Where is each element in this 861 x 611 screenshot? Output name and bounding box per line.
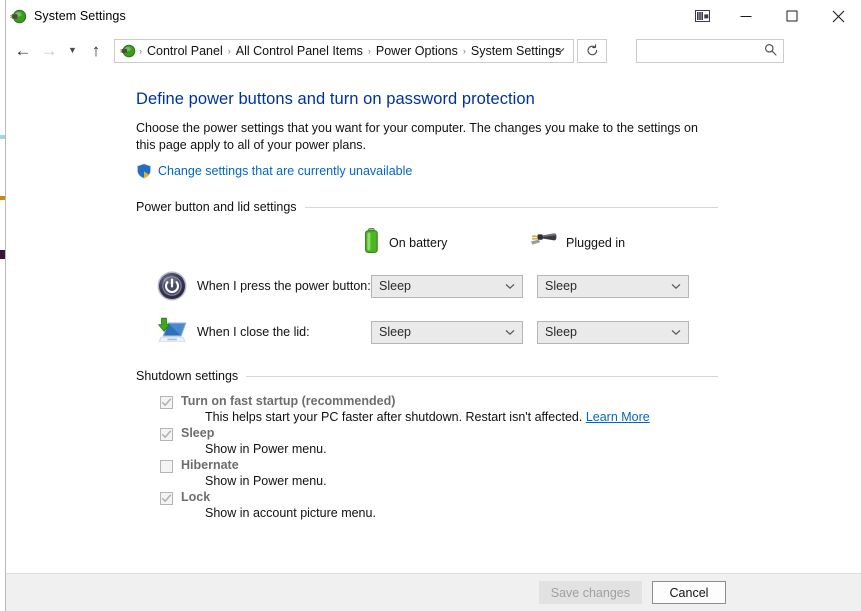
hibernate-checkbox[interactable]	[160, 460, 173, 473]
power-section-label: Power button and lid settings	[136, 200, 297, 214]
shutdown-section-header: Shutdown settings	[136, 369, 718, 383]
close-icon[interactable]	[815, 0, 861, 32]
shutdown-option-sleep: Sleep Show in Power menu.	[160, 426, 861, 456]
dialog-button-bar: Save changes Cancel	[6, 573, 861, 611]
checkbox-row[interactable]: Sleep	[160, 426, 861, 441]
ribbon-options-icon[interactable]	[681, 0, 723, 32]
shutdown-section-label: Shutdown settings	[136, 369, 239, 383]
power-section-header: Power button and lid settings	[136, 200, 718, 214]
page-title: Define power buttons and turn on passwor…	[136, 90, 535, 108]
settings-pane: Define power buttons and turn on passwor…	[6, 69, 861, 520]
dropdown-value: Sleep	[379, 325, 411, 339]
section-divider	[304, 206, 718, 208]
hibernate-description: Show in Power menu.	[160, 474, 861, 488]
navigation-bar: ← → ▼ ↑ › Control Panel › All Control Pa…	[6, 32, 861, 69]
fast-startup-description: This helps start your PC faster after sh…	[160, 410, 861, 424]
power-column-headers: On battery Plugged in	[136, 228, 861, 257]
power-button-icon	[155, 269, 189, 303]
window-title: System Settings	[34, 9, 126, 23]
chevron-down-icon	[671, 279, 681, 293]
lock-checkbox[interactable]	[160, 492, 173, 505]
up-arrow-icon[interactable]: ↑	[83, 36, 109, 66]
breadcrumb-item-power-options[interactable]: Power Options	[372, 40, 462, 62]
checkbox-row[interactable]: Lock	[160, 490, 861, 505]
breadcrumb-item-control-panel[interactable]: Control Panel	[143, 40, 227, 62]
sliver-artifact	[0, 196, 5, 200]
fast-startup-description-text: This helps start your PC faster after sh…	[205, 410, 586, 424]
plugged-in-label: Plugged in	[566, 235, 626, 250]
power-button-on-battery-dropdown[interactable]: Sleep	[371, 274, 523, 298]
sleep-description: Show in Power menu.	[160, 442, 861, 456]
caption-button-group	[681, 0, 861, 32]
sliver-artifact	[0, 135, 5, 139]
sleep-checkbox[interactable]	[160, 428, 173, 441]
chevron-down-icon	[671, 325, 681, 339]
minimize-icon[interactable]	[723, 0, 769, 32]
hibernate-description-text: Show in Power menu.	[205, 474, 327, 488]
search-input[interactable]	[636, 38, 784, 63]
fast-startup-label: Turn on fast startup (recommended)	[181, 394, 396, 408]
sleep-label: Sleep	[181, 426, 215, 440]
shutdown-options-list: Turn on fast startup (recommended) This …	[136, 394, 861, 520]
hibernate-label: Hibernate	[181, 458, 239, 472]
address-bar[interactable]: › Control Panel › All Control Panel Item…	[114, 38, 574, 63]
back-arrow-icon[interactable]: ←	[10, 36, 36, 66]
battery-icon	[363, 228, 380, 257]
checkbox-row[interactable]: Hibernate	[160, 458, 861, 473]
laptop-lid-icon	[155, 315, 189, 349]
change-settings-link[interactable]: Change settings that are currently unava…	[158, 164, 412, 178]
shutdown-option-fast-startup: Turn on fast startup (recommended) This …	[160, 394, 861, 424]
dropdown-value: Sleep	[379, 279, 411, 293]
section-divider	[246, 375, 718, 377]
close-lid-on-battery-dropdown[interactable]: Sleep	[371, 320, 523, 344]
title-bar: System Settings	[6, 0, 861, 32]
power-options-icon	[120, 43, 136, 59]
maximize-icon[interactable]	[769, 0, 815, 32]
page-description: Choose the power settings that you want …	[136, 121, 698, 152]
close-lid-plugged-in-dropdown[interactable]: Sleep	[537, 320, 689, 344]
column-on-battery: On battery	[363, 228, 529, 257]
learn-more-link[interactable]: Learn More	[586, 410, 650, 424]
dropdown-value: Sleep	[545, 325, 577, 339]
checkbox-row[interactable]: Turn on fast startup (recommended)	[160, 394, 861, 409]
shutdown-option-hibernate: Hibernate Show in Power menu.	[160, 458, 861, 488]
refresh-icon[interactable]	[577, 38, 607, 63]
close-lid-row-label: When I close the lid:	[197, 325, 310, 339]
chevron-down-icon	[505, 279, 515, 293]
on-battery-label: On battery	[389, 235, 448, 250]
shutdown-option-lock: Lock Show in account picture menu.	[160, 490, 861, 520]
power-plug-icon	[529, 230, 557, 255]
column-plugged-in: Plugged in	[529, 230, 695, 255]
chevron-down-icon[interactable]	[551, 40, 569, 62]
recent-pages-chevron-icon[interactable]: ▼	[62, 36, 83, 66]
save-changes-button[interactable]: Save changes	[538, 581, 642, 604]
system-settings-window: System Settings ← → ▼ ↑ › Control Panel …	[6, 0, 861, 611]
uac-shield-icon	[136, 163, 152, 179]
power-options-icon	[10, 8, 27, 25]
breadcrumb-item-all-control-panel-items[interactable]: All Control Panel Items	[232, 40, 367, 62]
power-button-plugged-in-dropdown[interactable]: Sleep	[537, 274, 689, 298]
power-button-row-label: When I press the power button:	[197, 279, 371, 293]
power-button-setting-row: When I press the power button: Sleep Sle…	[136, 269, 861, 303]
sleep-description-text: Show in Power menu.	[205, 442, 327, 456]
lock-description: Show in account picture menu.	[160, 506, 861, 520]
sliver-artifact	[0, 250, 5, 259]
dropdown-value: Sleep	[545, 279, 577, 293]
fast-startup-checkbox[interactable]	[160, 396, 173, 409]
lock-label: Lock	[181, 490, 211, 504]
cancel-button[interactable]: Cancel	[652, 581, 726, 604]
chevron-down-icon	[505, 325, 515, 339]
content-pane: Define power buttons and turn on passwor…	[6, 69, 861, 573]
lock-description-text: Show in account picture menu.	[205, 506, 376, 520]
search-icon[interactable]	[764, 43, 777, 59]
close-lid-setting-row: When I close the lid: Sleep Sleep	[136, 315, 861, 349]
change-settings-link-row[interactable]: Change settings that are currently unava…	[136, 163, 861, 179]
forward-arrow-icon: →	[40, 41, 58, 60]
